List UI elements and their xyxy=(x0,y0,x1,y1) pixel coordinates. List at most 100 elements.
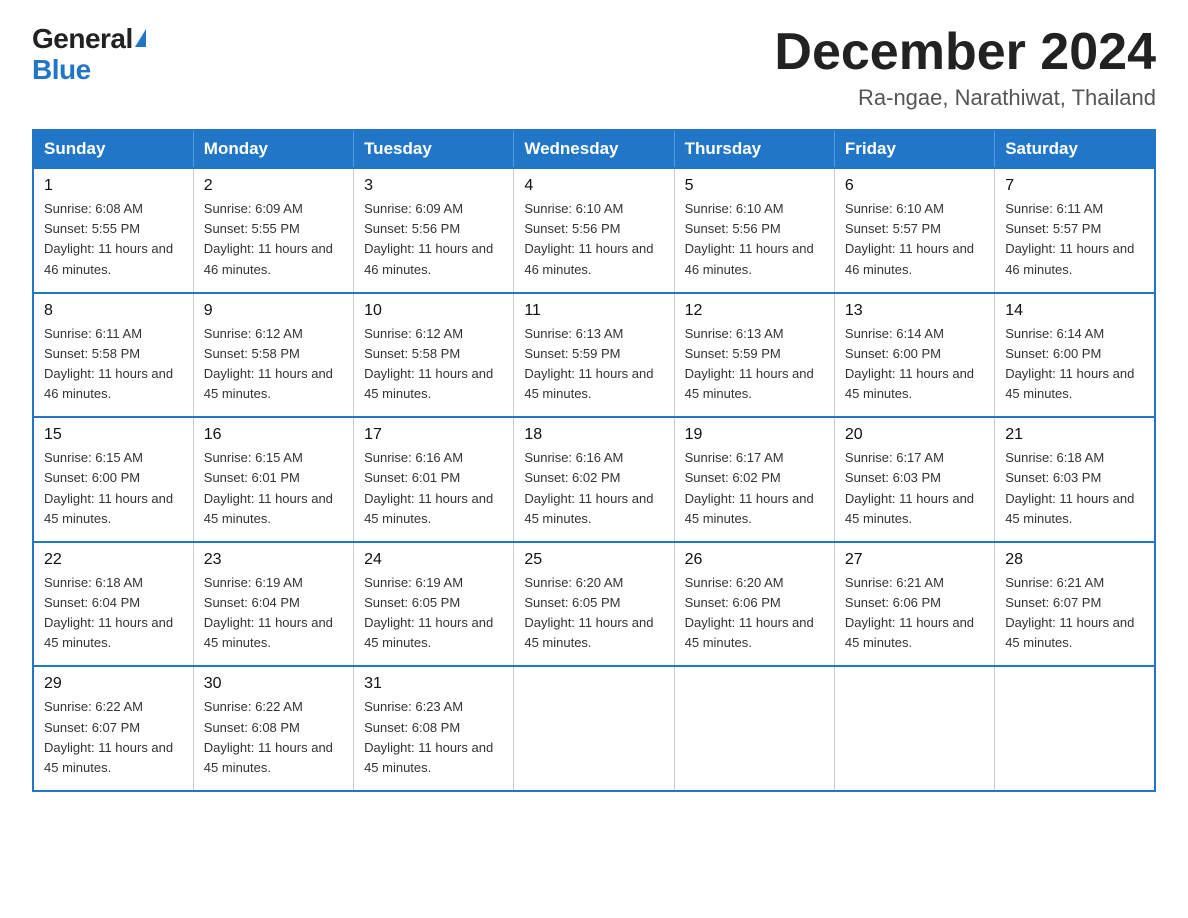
sunset-label: Sunset: 6:04 PM xyxy=(204,595,300,610)
calendar-week-row: 15 Sunrise: 6:15 AM Sunset: 6:00 PM Dayl… xyxy=(33,417,1155,542)
sunrise-label: Sunrise: 6:17 AM xyxy=(685,450,784,465)
day-info: Sunrise: 6:23 AM Sunset: 6:08 PM Dayligh… xyxy=(364,697,503,778)
daylight-label: Daylight: 11 hours and 45 minutes. xyxy=(204,366,333,401)
page-subtitle: Ra-ngae, Narathiwat, Thailand xyxy=(774,85,1156,111)
day-number: 20 xyxy=(845,426,984,444)
sunset-label: Sunset: 5:57 PM xyxy=(845,221,941,236)
sunrise-label: Sunrise: 6:18 AM xyxy=(1005,450,1104,465)
calendar-cell: 16 Sunrise: 6:15 AM Sunset: 6:01 PM Dayl… xyxy=(193,417,353,542)
day-info: Sunrise: 6:21 AM Sunset: 6:07 PM Dayligh… xyxy=(1005,573,1144,654)
day-number: 16 xyxy=(204,426,343,444)
sunrise-label: Sunrise: 6:10 AM xyxy=(524,201,623,216)
sunset-label: Sunset: 5:56 PM xyxy=(524,221,620,236)
day-info: Sunrise: 6:20 AM Sunset: 6:06 PM Dayligh… xyxy=(685,573,824,654)
sunset-label: Sunset: 6:06 PM xyxy=(685,595,781,610)
daylight-label: Daylight: 11 hours and 45 minutes. xyxy=(1005,491,1134,526)
daylight-label: Daylight: 11 hours and 45 minutes. xyxy=(845,366,974,401)
day-number: 8 xyxy=(44,302,183,320)
page-title: December 2024 xyxy=(774,24,1156,81)
calendar-cell: 14 Sunrise: 6:14 AM Sunset: 6:00 PM Dayl… xyxy=(995,293,1155,418)
calendar-cell: 21 Sunrise: 6:18 AM Sunset: 6:03 PM Dayl… xyxy=(995,417,1155,542)
day-number: 26 xyxy=(685,551,824,569)
day-number: 17 xyxy=(364,426,503,444)
day-number: 3 xyxy=(364,177,503,195)
day-info: Sunrise: 6:10 AM Sunset: 5:57 PM Dayligh… xyxy=(845,199,984,280)
day-info: Sunrise: 6:21 AM Sunset: 6:06 PM Dayligh… xyxy=(845,573,984,654)
logo: General Blue xyxy=(32,24,146,86)
day-number: 24 xyxy=(364,551,503,569)
day-number: 27 xyxy=(845,551,984,569)
calendar-cell: 13 Sunrise: 6:14 AM Sunset: 6:00 PM Dayl… xyxy=(834,293,994,418)
daylight-label: Daylight: 11 hours and 45 minutes. xyxy=(44,740,173,775)
day-number: 6 xyxy=(845,177,984,195)
day-info: Sunrise: 6:13 AM Sunset: 5:59 PM Dayligh… xyxy=(685,324,824,405)
calendar-cell: 20 Sunrise: 6:17 AM Sunset: 6:03 PM Dayl… xyxy=(834,417,994,542)
day-info: Sunrise: 6:18 AM Sunset: 6:03 PM Dayligh… xyxy=(1005,448,1144,529)
calendar-cell: 2 Sunrise: 6:09 AM Sunset: 5:55 PM Dayli… xyxy=(193,168,353,293)
day-info: Sunrise: 6:14 AM Sunset: 6:00 PM Dayligh… xyxy=(845,324,984,405)
weekday-header-wednesday: Wednesday xyxy=(514,130,674,168)
daylight-label: Daylight: 11 hours and 45 minutes. xyxy=(1005,366,1134,401)
sunrise-label: Sunrise: 6:11 AM xyxy=(1005,201,1103,216)
day-info: Sunrise: 6:10 AM Sunset: 5:56 PM Dayligh… xyxy=(524,199,663,280)
logo-blue-text: Blue xyxy=(32,55,91,86)
day-info: Sunrise: 6:12 AM Sunset: 5:58 PM Dayligh… xyxy=(204,324,343,405)
sunrise-label: Sunrise: 6:21 AM xyxy=(845,575,944,590)
sunset-label: Sunset: 5:59 PM xyxy=(524,346,620,361)
day-number: 23 xyxy=(204,551,343,569)
sunset-label: Sunset: 5:56 PM xyxy=(685,221,781,236)
calendar-cell: 26 Sunrise: 6:20 AM Sunset: 6:06 PM Dayl… xyxy=(674,542,834,667)
sunset-label: Sunset: 6:00 PM xyxy=(44,470,140,485)
calendar-cell xyxy=(514,666,674,791)
sunset-label: Sunset: 6:08 PM xyxy=(204,720,300,735)
day-number: 19 xyxy=(685,426,824,444)
day-info: Sunrise: 6:22 AM Sunset: 6:07 PM Dayligh… xyxy=(44,697,183,778)
sunset-label: Sunset: 6:08 PM xyxy=(364,720,460,735)
sunrise-label: Sunrise: 6:23 AM xyxy=(364,699,463,714)
sunset-label: Sunset: 5:57 PM xyxy=(1005,221,1101,236)
sunset-label: Sunset: 6:00 PM xyxy=(845,346,941,361)
sunset-label: Sunset: 6:07 PM xyxy=(1005,595,1101,610)
calendar-cell xyxy=(674,666,834,791)
day-number: 1 xyxy=(44,177,183,195)
day-info: Sunrise: 6:09 AM Sunset: 5:55 PM Dayligh… xyxy=(204,199,343,280)
sunrise-label: Sunrise: 6:20 AM xyxy=(524,575,623,590)
calendar-cell: 31 Sunrise: 6:23 AM Sunset: 6:08 PM Dayl… xyxy=(354,666,514,791)
day-number: 12 xyxy=(685,302,824,320)
day-number: 13 xyxy=(845,302,984,320)
day-info: Sunrise: 6:16 AM Sunset: 6:02 PM Dayligh… xyxy=(524,448,663,529)
day-number: 31 xyxy=(364,675,503,693)
sunrise-label: Sunrise: 6:14 AM xyxy=(1005,326,1104,341)
daylight-label: Daylight: 11 hours and 45 minutes. xyxy=(204,615,333,650)
sunset-label: Sunset: 6:02 PM xyxy=(685,470,781,485)
day-number: 30 xyxy=(204,675,343,693)
calendar-cell: 4 Sunrise: 6:10 AM Sunset: 5:56 PM Dayli… xyxy=(514,168,674,293)
sunrise-label: Sunrise: 6:19 AM xyxy=(364,575,463,590)
day-number: 4 xyxy=(524,177,663,195)
calendar-week-row: 8 Sunrise: 6:11 AM Sunset: 5:58 PM Dayli… xyxy=(33,293,1155,418)
sunrise-label: Sunrise: 6:14 AM xyxy=(845,326,944,341)
sunset-label: Sunset: 5:56 PM xyxy=(364,221,460,236)
calendar-week-row: 29 Sunrise: 6:22 AM Sunset: 6:07 PM Dayl… xyxy=(33,666,1155,791)
calendar-week-row: 22 Sunrise: 6:18 AM Sunset: 6:04 PM Dayl… xyxy=(33,542,1155,667)
day-info: Sunrise: 6:19 AM Sunset: 6:04 PM Dayligh… xyxy=(204,573,343,654)
day-info: Sunrise: 6:13 AM Sunset: 5:59 PM Dayligh… xyxy=(524,324,663,405)
day-number: 7 xyxy=(1005,177,1144,195)
calendar-cell: 7 Sunrise: 6:11 AM Sunset: 5:57 PM Dayli… xyxy=(995,168,1155,293)
daylight-label: Daylight: 11 hours and 45 minutes. xyxy=(44,491,173,526)
daylight-label: Daylight: 11 hours and 46 minutes. xyxy=(44,366,173,401)
sunrise-label: Sunrise: 6:15 AM xyxy=(44,450,143,465)
calendar-cell: 9 Sunrise: 6:12 AM Sunset: 5:58 PM Dayli… xyxy=(193,293,353,418)
sunset-label: Sunset: 6:00 PM xyxy=(1005,346,1101,361)
sunrise-label: Sunrise: 6:09 AM xyxy=(204,201,303,216)
sunset-label: Sunset: 6:02 PM xyxy=(524,470,620,485)
daylight-label: Daylight: 11 hours and 46 minutes. xyxy=(685,241,814,276)
daylight-label: Daylight: 11 hours and 45 minutes. xyxy=(524,615,653,650)
daylight-label: Daylight: 11 hours and 45 minutes. xyxy=(364,491,493,526)
calendar-cell: 15 Sunrise: 6:15 AM Sunset: 6:00 PM Dayl… xyxy=(33,417,193,542)
sunrise-label: Sunrise: 6:21 AM xyxy=(1005,575,1104,590)
day-number: 25 xyxy=(524,551,663,569)
weekday-header-friday: Friday xyxy=(834,130,994,168)
day-number: 14 xyxy=(1005,302,1144,320)
calendar-cell xyxy=(995,666,1155,791)
